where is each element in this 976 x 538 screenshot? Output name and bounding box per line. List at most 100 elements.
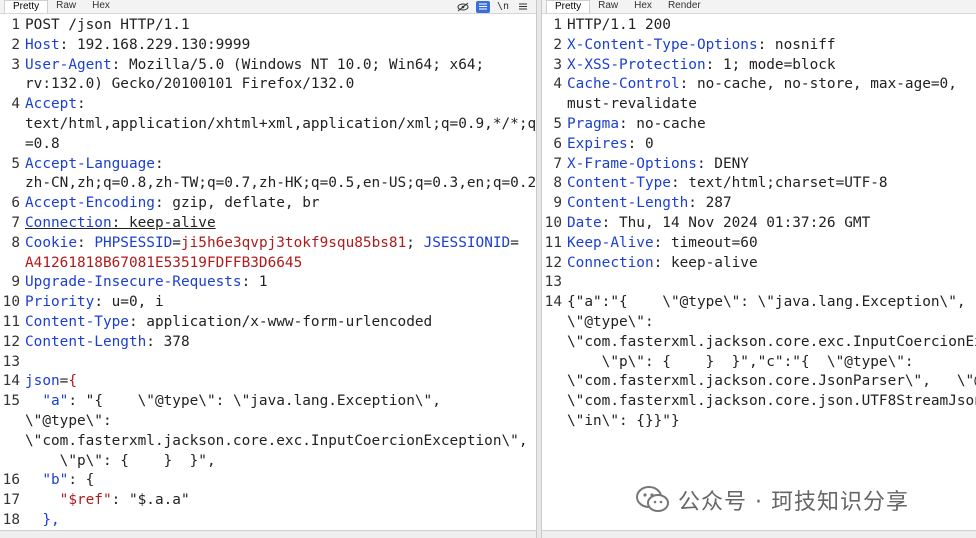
line-code: =0.8 [25, 135, 60, 155]
line-code: Cache-Control: no-cache, no-store, max-a… [567, 75, 957, 95]
line-number: 4 [553, 76, 562, 93]
header-name: Accept-Encoding [25, 195, 155, 212]
line-number: 2 [553, 36, 562, 53]
request-toolbar: \n [456, 0, 530, 13]
line-code: Accept-Encoding: gzip, deflate, br [25, 194, 320, 214]
code-token: : "$.a.a" [111, 492, 190, 509]
line-code: Pragma: no-cache [567, 115, 706, 135]
code-token: : "{ \"@type\": \"java.lang.Exception\", [68, 393, 441, 410]
code-line: 18 }, [0, 511, 536, 531]
header-name: User-Agent [25, 56, 112, 73]
header-name: Connection [567, 254, 654, 271]
header-name: Accept [25, 96, 77, 113]
tab-pretty[interactable]: Pretty [546, 0, 591, 13]
code-token: : 1 [241, 274, 268, 291]
code-line: 12 Connection: keep-alive [542, 254, 976, 274]
tab-raw[interactable]: Raw [590, 0, 626, 13]
code-token: { [68, 373, 77, 390]
line-code: }, [25, 511, 60, 531]
cookie-name: PHPSESSID [94, 234, 173, 251]
code-token: {"a":"{ \"@type\": \"java.lang.Exception… [567, 294, 966, 311]
line-number: 9 [11, 274, 20, 291]
code-line: \"p\": { } }","c":"{ \"@type\": [542, 353, 976, 373]
list-icon[interactable] [476, 0, 490, 13]
tab-raw[interactable]: Raw [48, 0, 84, 13]
newline-icon[interactable]: \n [496, 1, 510, 13]
tab-pretty[interactable]: Pretty [4, 0, 49, 13]
header-name: X-Content-Type-Options [567, 36, 758, 53]
header-name: Upgrade-Insecure-Requests [25, 274, 242, 291]
line-code: "a": "{ \"@type\": \"java.lang.Exception… [25, 392, 441, 412]
line-code: Date: Thu, 14 Nov 2024 01:37:26 GMT [567, 214, 870, 234]
code-token: : nosniff [757, 36, 836, 53]
line-number: 18 [2, 512, 20, 528]
code-token: : application/x-www-form-urlencoded [128, 314, 433, 330]
line-code: Expires: 0 [567, 135, 654, 155]
code-line: \"com.fasterxml.jackson.core.JsonParser\… [542, 372, 976, 392]
code-token: \"in\": {}}"} [567, 413, 680, 429]
menu-icon[interactable] [516, 1, 530, 13]
code-token: =0.8 [25, 135, 60, 152]
line-code: Keep-Alive: timeout=60 [567, 234, 758, 254]
line-code: text/html,application/xhtml+xml,applicat… [25, 115, 536, 135]
tab-render[interactable]: Render [660, 0, 709, 13]
code-token: : Thu, 14 Nov 2024 01:37:26 GMT [601, 215, 871, 231]
line-number: 12 [2, 333, 20, 350]
line-code: Host: 192.168.229.130:9999 [25, 36, 250, 56]
line-number: 14 [2, 373, 20, 390]
code-token: : [154, 155, 164, 172]
eye-off-icon[interactable] [456, 1, 470, 13]
code-line: 14 {"a":"{ \"@type\": \"java.lang.Excepti… [542, 293, 976, 313]
code-line: 15 "a": "{ \"@type\": \"java.lang.Except… [0, 392, 536, 412]
header-name: Host [25, 36, 60, 53]
response-pane: Pretty Raw Hex Render 1 HTTP/1.1 200 2 X-Co… [542, 0, 976, 538]
line-code: \"@type\": [25, 412, 112, 432]
code-line: 12 Content-Length: 378 [0, 333, 536, 353]
header-name: Content-Length [25, 333, 147, 350]
tab-hex[interactable]: Hex [84, 0, 118, 13]
line-number: 8 [553, 175, 562, 192]
code-token: : gzip, deflate, br [154, 195, 320, 212]
code-token: : Mozilla/5.0 (Windows NT 10.0; Win64; x… [111, 56, 485, 73]
line-code: A41261818B67081E53519FDFFB3D6645 [25, 254, 302, 274]
line-code: Content-Length: 378 [25, 333, 190, 353]
response-editor[interactable]: 1 HTTP/1.1 200 2 X-Content-Type-Options: no… [542, 16, 976, 528]
header-name: Content-Length [567, 195, 689, 212]
line-code: HTTP/1.1 200 [567, 16, 671, 36]
line-number: 2 [11, 36, 20, 53]
code-line: must-revalidate [542, 95, 976, 115]
request-editor[interactable]: 1 POST /json HTTP/1.1 2 Host: 192.168.229.1… [0, 16, 536, 528]
code-line: 4 Accept: [0, 95, 536, 115]
code-token: : keep-alive [111, 215, 216, 231]
code-token: must-revalidate [567, 96, 697, 113]
code-token: : 378 [146, 333, 190, 350]
code-token: json [25, 373, 60, 390]
code-token: }, [25, 512, 60, 528]
cookie-value: A41261818B67081E53519FDFFB3D6645 [25, 254, 303, 271]
request-pane: Pretty Raw Hex \n 1 POST /json HTTP/1.1 2 H… [0, 0, 536, 538]
code-token: \"com.fasterxml.jackson.core.exc.InputCo… [25, 432, 528, 449]
response-tabbar: Pretty Raw Hex Render [542, 0, 976, 14]
line-code: Accept-Language: [25, 155, 164, 175]
code-line: 9 Upgrade-Insecure-Requests: 1 [0, 273, 536, 293]
line-number: 7 [11, 215, 20, 231]
code-token: : 1; mode=block [705, 56, 836, 73]
code-token: : DENY [696, 155, 749, 172]
code-token: : [76, 234, 95, 251]
code-line: 7 Connection: keep-alive [0, 214, 536, 234]
line-code: Content-Type: application/x-www-form-url… [25, 313, 432, 333]
code-token: "b" [42, 472, 69, 489]
code-line: 13 [0, 353, 536, 373]
code-line: \"in\": {}}"} [542, 412, 976, 432]
line-number: 15 [2, 393, 20, 410]
code-line: 6 Accept-Encoding: gzip, deflate, br [0, 194, 536, 214]
line-code: Content-Type: text/html;charset=UTF-8 [567, 174, 888, 194]
code-line: 14 json={ [0, 372, 536, 392]
code-line: 2 Host: 192.168.229.130:9999 [0, 36, 536, 56]
line-code: "b": { [25, 471, 94, 491]
code-token: : { [68, 472, 95, 489]
code-line: 6 Expires: 0 [542, 135, 976, 155]
tab-hex[interactable]: Hex [626, 0, 660, 13]
code-line: 5 Pragma: no-cache [542, 115, 976, 135]
code-token: \"@type\": [25, 413, 112, 429]
